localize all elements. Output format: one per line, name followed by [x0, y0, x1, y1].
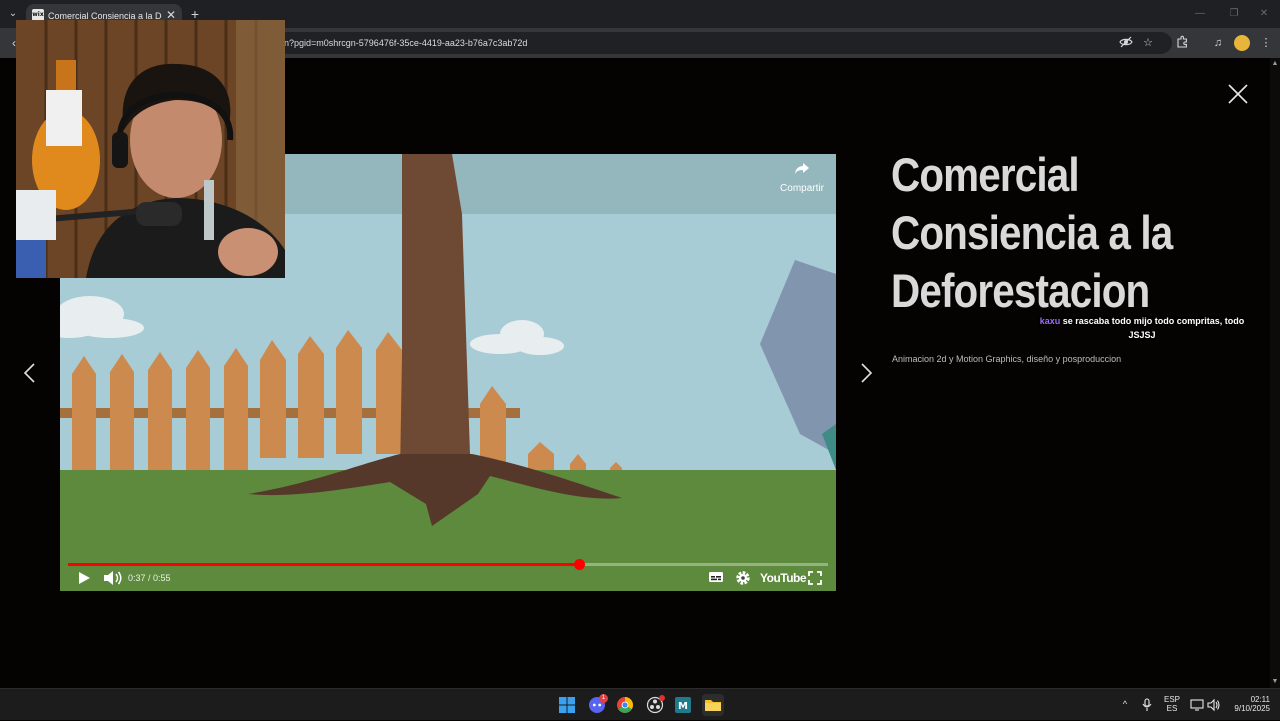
- scroll-up-icon[interactable]: ▲: [1271, 60, 1279, 68]
- project-description: Animacion 2d y Motion Graphics, diseño y…: [892, 354, 1122, 364]
- next-arrow-icon[interactable]: [856, 360, 876, 386]
- subtitles-button[interactable]: [708, 570, 726, 586]
- keyboard-layout-code: ES: [1166, 704, 1178, 713]
- profile-avatar[interactable]: [1234, 35, 1250, 51]
- extensions-puzzle-icon[interactable]: [1174, 35, 1190, 51]
- discord-notification-badge: 1: [599, 694, 608, 703]
- previous-arrow-icon[interactable]: [20, 360, 40, 386]
- project-title-line-3: Deforestacion: [891, 264, 1150, 317]
- chat-message-text: se rascaba todo mijo todo compritas, tod…: [1060, 316, 1245, 340]
- windows-start-icon[interactable]: [556, 694, 578, 716]
- webcam-overlay: [16, 20, 285, 278]
- fullscreen-icon: [808, 571, 822, 585]
- network-icon[interactable]: [1190, 698, 1204, 712]
- minimize-icon[interactable]: —: [1184, 6, 1216, 22]
- volume-button[interactable]: [102, 570, 124, 586]
- file-explorer-icon[interactable]: [702, 694, 724, 716]
- media-control-icon[interactable]: ♫: [1210, 35, 1226, 51]
- video-progress-fill: [68, 563, 580, 566]
- system-clock[interactable]: 02:11 9/10/2025: [1224, 695, 1270, 713]
- lightbox-close-icon[interactable]: [1226, 82, 1250, 106]
- clock-time: 02:11: [1250, 695, 1270, 704]
- windows-taskbar: 1 M ^ ESP ES 02:11 9/10/2025: [0, 688, 1280, 720]
- fullscreen-button[interactable]: [807, 570, 823, 586]
- video-progress-bar[interactable]: [68, 559, 828, 570]
- youtube-logo[interactable]: YouTube: [760, 570, 807, 586]
- share-arrow-icon: [795, 163, 809, 174]
- discord-app-icon[interactable]: 1: [586, 694, 608, 716]
- obs-app-icon[interactable]: [644, 694, 666, 716]
- tray-chevron-up-icon[interactable]: ^: [1119, 699, 1131, 711]
- subtitles-icon: [709, 572, 723, 582]
- project-title: Comercial Consiencia a la Deforestacion: [891, 146, 1175, 320]
- share-label: Compartir: [780, 183, 824, 194]
- window-close-icon[interactable]: ✕: [1248, 6, 1280, 22]
- share-button[interactable]: Compartir: [774, 162, 830, 196]
- gear-icon: [736, 571, 750, 585]
- kebab-menu-icon[interactable]: ⋮: [1258, 35, 1274, 51]
- svg-text:M: M: [678, 701, 688, 712]
- m-app-icon[interactable]: M: [672, 694, 694, 716]
- speaker-icon[interactable]: [1207, 698, 1221, 712]
- play-icon: [79, 572, 90, 584]
- microphone-icon[interactable]: [1141, 698, 1153, 712]
- project-title-line-1: Comercial: [891, 148, 1080, 201]
- project-title-line-2: Consiencia a la: [891, 206, 1173, 259]
- stream-chat-message: kaxu se rascaba todo mijo todo compritas…: [1028, 314, 1256, 342]
- input-language[interactable]: ESP ES: [1160, 695, 1184, 713]
- eye-off-icon[interactable]: [1118, 35, 1134, 51]
- chrome-app-icon[interactable]: [614, 694, 636, 716]
- page-scrollbar[interactable]: [1270, 58, 1280, 688]
- play-button[interactable]: [74, 570, 94, 586]
- url-text: n?pgid=m0shrcgn-5796476f-35ce-4419-aa23-…: [284, 38, 528, 48]
- settings-button[interactable]: [734, 569, 752, 587]
- scroll-down-icon[interactable]: ▼: [1271, 678, 1279, 686]
- video-time-display: 0:37 / 0:55: [128, 573, 171, 583]
- webcam-feed-image: [16, 20, 285, 278]
- restore-icon[interactable]: ❐: [1218, 6, 1250, 22]
- chat-username: kaxu: [1039, 316, 1061, 326]
- language-code: ESP: [1163, 695, 1180, 704]
- volume-icon: [104, 571, 122, 585]
- star-icon[interactable]: ☆: [1140, 35, 1156, 51]
- clock-date: 9/10/2025: [1234, 704, 1270, 713]
